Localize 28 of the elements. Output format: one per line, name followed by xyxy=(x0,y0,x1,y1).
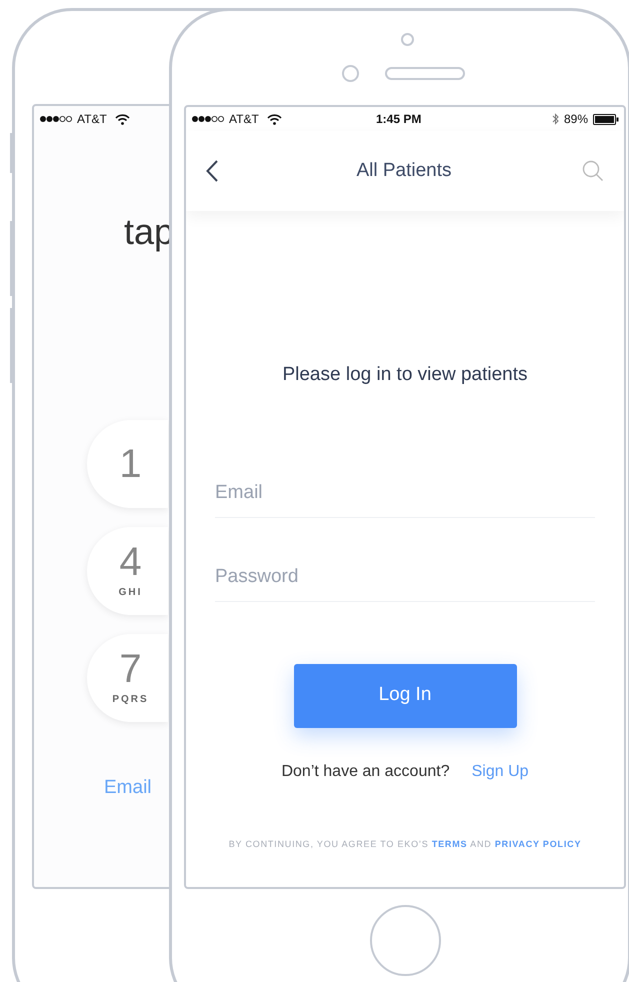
login-message: Please log in to view patients xyxy=(281,363,529,387)
privacy-policy-link[interactable]: PRIVACY POLICY xyxy=(494,838,582,848)
battery-percentage: 89% xyxy=(564,111,588,128)
wifi-icon xyxy=(114,114,130,124)
signup-link[interactable]: Sign Up xyxy=(472,760,529,784)
status-time: 1:45 PM xyxy=(376,111,422,128)
screen-title: All Patients xyxy=(356,158,452,183)
keypad-key[interactable]: 1 xyxy=(87,420,168,508)
terms-link[interactable]: TERMS xyxy=(432,838,468,848)
camera-icon xyxy=(342,65,358,82)
battery-icon xyxy=(593,114,619,124)
bluetooth-icon xyxy=(552,113,559,125)
keypad-key[interactable]: 4 GHI xyxy=(87,527,168,615)
keypad-key[interactable]: 7 PQRS xyxy=(87,634,168,722)
email-link[interactable]: Email xyxy=(104,774,152,802)
search-icon[interactable] xyxy=(582,160,604,182)
text-field[interactable]: Password xyxy=(215,554,595,602)
text-field[interactable]: Email xyxy=(215,470,595,518)
signup-prompt: Don’t have an account? xyxy=(281,762,450,782)
back-chevron-icon[interactable] xyxy=(206,160,218,182)
signal-strength-icon xyxy=(191,115,225,123)
carrier-name: AT&T xyxy=(77,111,107,128)
legal-text: BY CONTINUING, YOU AGREE TO EKO’S TERMS AND PRIVACY POLICY xyxy=(228,838,582,850)
login-button[interactable]: Log In xyxy=(294,664,516,728)
wifi-icon xyxy=(266,114,282,124)
camera-icon xyxy=(400,33,414,46)
signal-strength-icon xyxy=(39,115,73,123)
carrier-name: AT&T xyxy=(229,111,259,128)
